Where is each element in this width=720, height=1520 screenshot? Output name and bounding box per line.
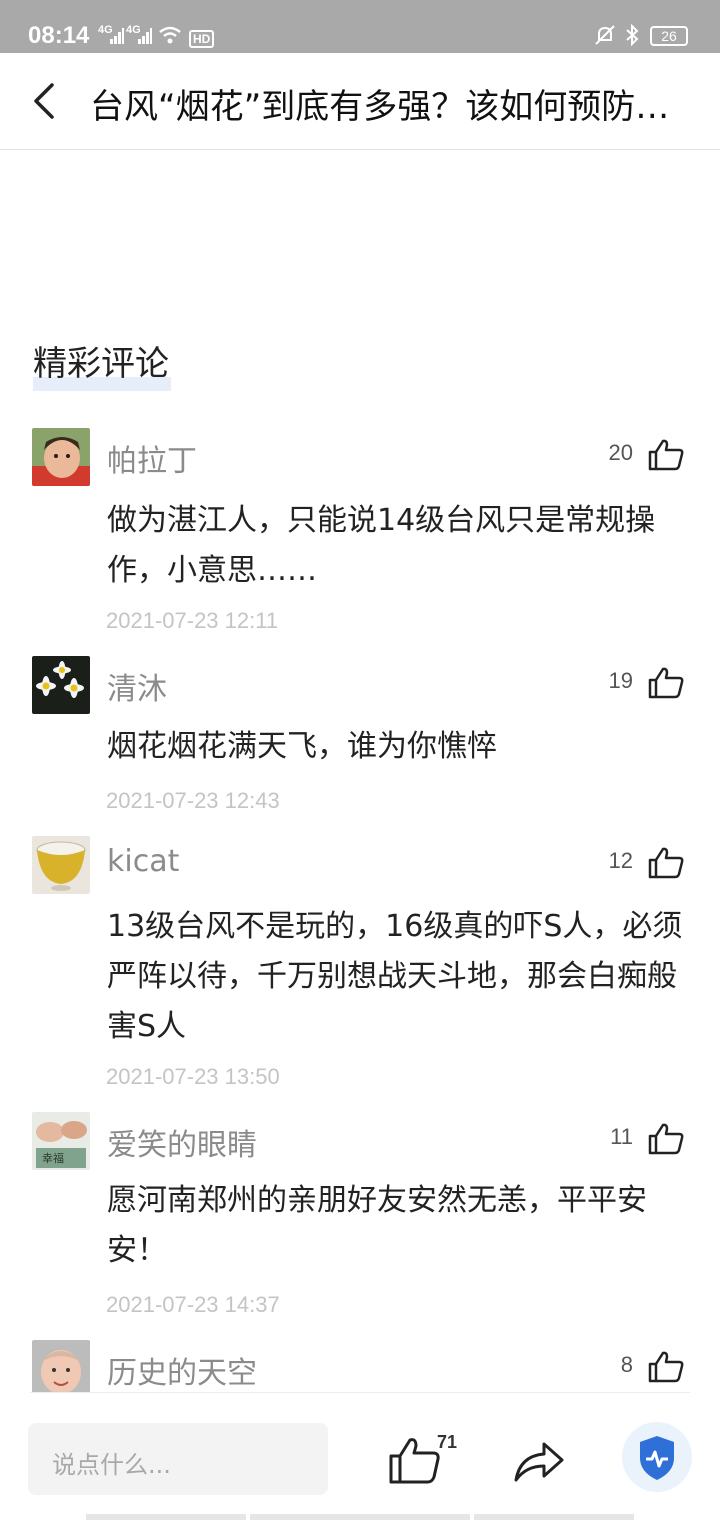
commenter-name[interactable]: 帕拉丁 bbox=[107, 436, 197, 480]
nav-indicator bbox=[86, 1514, 246, 1520]
health-shield-button[interactable] bbox=[622, 1422, 692, 1492]
article-title: 台风“烟花”到底有多强？该如何预防台… bbox=[90, 87, 700, 127]
thumbs-up-icon[interactable] bbox=[648, 666, 684, 700]
commenter-name[interactable]: 历史的天空 bbox=[107, 1348, 257, 1392]
bottom-action-bar: 说点什么... 71 bbox=[0, 1392, 720, 1520]
commenter-name[interactable]: 爱笑的眼睛 bbox=[107, 1120, 257, 1164]
battery-indicator: 26 bbox=[650, 26, 688, 46]
bluetooth-icon bbox=[626, 24, 639, 46]
like-count: 19 bbox=[608, 668, 633, 693]
thumbs-up-icon[interactable] bbox=[648, 1122, 684, 1156]
like-count: 11 bbox=[610, 1124, 633, 1149]
share-arrow-icon[interactable] bbox=[512, 1438, 566, 1484]
commenter-name[interactable]: kicat bbox=[107, 844, 179, 879]
comment-time: 2021-07-23 12:43 bbox=[106, 788, 280, 813]
nav-indicator bbox=[250, 1514, 470, 1520]
back-chevron-left-icon[interactable] bbox=[26, 79, 66, 123]
comment-text: 愿河南郑州的亲朋好友安然无恙，平平安安！ bbox=[107, 1183, 647, 1268]
signal-bars-icon bbox=[138, 28, 152, 44]
article-like-count: 71 bbox=[437, 1432, 458, 1452]
thumbs-up-icon[interactable] bbox=[648, 846, 684, 880]
wifi-icon bbox=[159, 26, 181, 44]
comment-text: 做为湛江人，只能说14级台风只是常规操作，小意思…… bbox=[107, 503, 656, 588]
comment-input[interactable]: 说点什么... bbox=[28, 1423, 328, 1495]
comment-text: 烟花烟花满天飞，谁为你憔悴 bbox=[107, 729, 497, 764]
like-count: 12 bbox=[608, 848, 633, 873]
signal-bars-icon bbox=[110, 28, 124, 44]
avatar[interactable] bbox=[32, 836, 90, 894]
comment-text: 13级台风不是玩的，16级真的吓S人，必须严阵以待，千万别想战天斗地，那会白痴般… bbox=[107, 909, 683, 1044]
avatar[interactable] bbox=[32, 656, 90, 714]
nav-indicator bbox=[474, 1514, 634, 1520]
hd-badge: HD bbox=[189, 30, 215, 48]
mute-bell-icon bbox=[595, 25, 615, 45]
heart-pulse-shield-icon bbox=[640, 1436, 674, 1480]
avatar[interactable] bbox=[32, 1340, 90, 1392]
commenter-name[interactable]: 清沐 bbox=[107, 664, 167, 708]
top-nav-bar: 台风“烟花”到底有多强？该如何预防台… bbox=[0, 53, 720, 150]
like-count: 8 bbox=[620, 1352, 633, 1377]
comment-item: 历史的天空 8 bbox=[0, 1340, 720, 1392]
thumbs-up-icon[interactable] bbox=[648, 1350, 684, 1384]
comment-time: 2021-07-23 14:37 bbox=[106, 1292, 280, 1317]
divider bbox=[30, 1392, 690, 1393]
avatar[interactable]: 幸福 bbox=[32, 1112, 90, 1170]
comment-time: 2021-07-23 12:11 bbox=[106, 608, 279, 633]
svg-text:幸福: 幸福 bbox=[42, 1151, 64, 1165]
like-count: 20 bbox=[608, 440, 633, 465]
avatar[interactable] bbox=[32, 428, 90, 486]
section-title: 精彩评论 bbox=[33, 336, 171, 391]
thumbs-up-icon[interactable] bbox=[388, 1436, 442, 1486]
comment-time: 2021-07-23 13:50 bbox=[106, 1064, 280, 1089]
status-time: 08:14 bbox=[28, 22, 90, 49]
thumbs-up-icon[interactable] bbox=[648, 438, 684, 472]
status-bar: 08:14 4G 4G HD 26 bbox=[0, 0, 720, 53]
